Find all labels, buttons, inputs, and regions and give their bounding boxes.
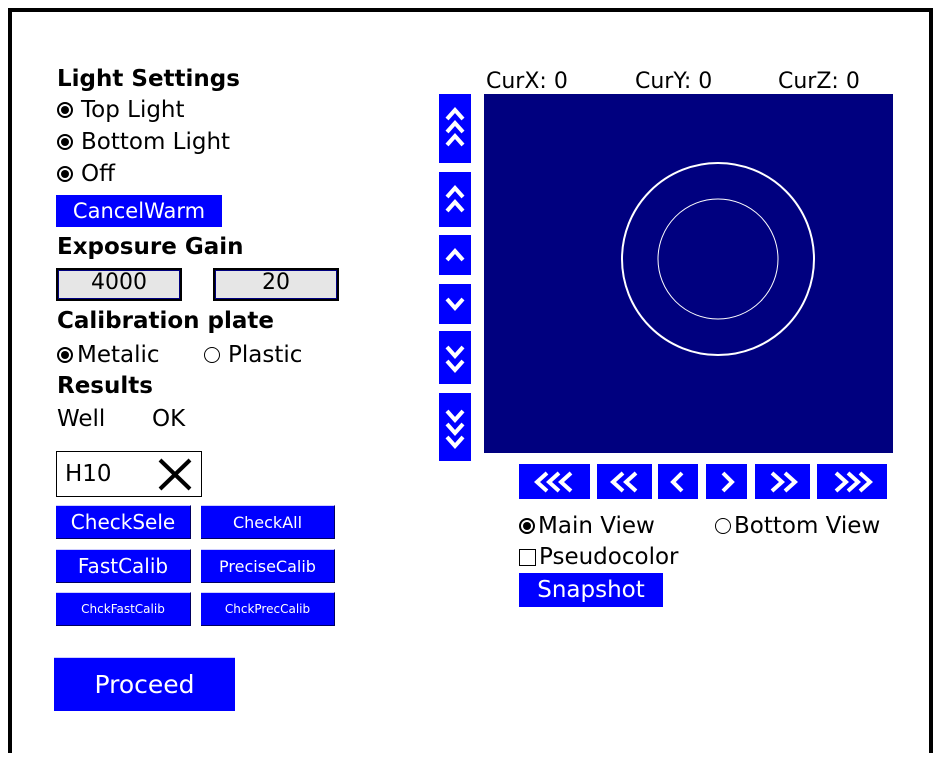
cur-z-value: 0: [845, 69, 860, 94]
radio-label: Bottom View: [734, 513, 881, 539]
radio-label: Metalic: [77, 342, 160, 368]
fast-calib-button[interactable]: FastCalib: [56, 549, 191, 583]
cur-x-label: CurX:: [486, 69, 547, 94]
check-all-button[interactable]: CheckAll: [201, 505, 335, 539]
radio-metalic[interactable]: Metalic: [57, 341, 160, 369]
well-circle-overlay: [621, 162, 815, 356]
checkbox-box[interactable]: [519, 548, 536, 566]
precise-calib-button[interactable]: PreciseCalib: [201, 549, 335, 583]
radio-label: Plastic: [228, 342, 303, 368]
radio-label: Off: [81, 161, 115, 187]
camera-viewport[interactable]: [484, 94, 893, 453]
calibration-plate-heading: Calibration plate: [57, 308, 275, 334]
chevron-down-icon: [445, 297, 465, 312]
chck-fast-calib-button[interactable]: ChckFastCalib: [56, 592, 191, 626]
cur-z-label: CurZ:: [778, 69, 839, 94]
chck-prec-calib-button[interactable]: ChckPrecCalib: [201, 592, 335, 626]
radio-label: Top Light: [81, 97, 185, 123]
z-down-small-button[interactable]: [439, 284, 471, 324]
result-well-box: H10: [56, 451, 202, 497]
cur-y-readout: CurY: 0: [635, 68, 712, 96]
double-chevron-up-icon: [445, 184, 465, 212]
cur-y-label: CurY:: [635, 69, 692, 94]
cur-z-readout: CurZ: 0: [778, 68, 860, 96]
x-right-large-button[interactable]: [817, 464, 887, 499]
radio-label: Main View: [538, 513, 655, 539]
z-up-large-button[interactable]: [439, 94, 471, 163]
radio-indicator[interactable]: [57, 347, 73, 363]
z-down-large-button[interactable]: [439, 393, 471, 461]
inner-circle: [657, 198, 779, 320]
radio-indicator[interactable]: [57, 134, 73, 150]
z-up-medium-button[interactable]: [439, 172, 471, 227]
radio-bottom-view[interactable]: Bottom View: [715, 512, 880, 540]
results-col-well: Well: [57, 406, 106, 432]
outer-circle: [621, 162, 815, 356]
pseudocolor-checkbox[interactable]: Pseudocolor: [519, 543, 678, 571]
cur-x-value: 0: [553, 69, 568, 94]
double-chevron-right-icon: [770, 471, 798, 492]
fail-x-icon: [158, 458, 192, 491]
exposure-gain-heading: Exposure Gain: [57, 234, 244, 260]
chevron-left-icon: [670, 471, 684, 492]
x-left-small-button[interactable]: [658, 464, 698, 499]
cur-y-value: 0: [698, 69, 713, 94]
radio-indicator[interactable]: [715, 518, 731, 534]
radio-indicator[interactable]: [57, 102, 73, 118]
proceed-button[interactable]: Proceed: [54, 657, 235, 711]
exposure-field[interactable]: 4000: [56, 268, 182, 301]
radio-indicator[interactable]: [57, 166, 73, 182]
well-id-value: H10: [65, 461, 112, 487]
radio-bottom-light[interactable]: Bottom Light: [57, 128, 230, 156]
radio-label: Bottom Light: [81, 129, 231, 155]
cancel-warm-button[interactable]: CancelWarm: [56, 195, 222, 227]
z-up-small-button[interactable]: [439, 235, 471, 275]
results-col-status: OK: [152, 406, 186, 432]
x-right-medium-button[interactable]: [755, 464, 810, 499]
radio-indicator[interactable]: [519, 518, 535, 534]
snapshot-button[interactable]: Snapshot: [519, 573, 663, 607]
gain-field[interactable]: 20: [213, 268, 339, 301]
x-left-large-button[interactable]: [519, 464, 590, 499]
radio-indicator[interactable]: [204, 347, 220, 363]
chevron-right-icon: [721, 471, 735, 492]
radio-top-light[interactable]: Top Light: [57, 96, 185, 124]
radio-plastic[interactable]: Plastic: [204, 341, 302, 369]
results-heading: Results: [57, 373, 153, 399]
triple-chevron-up-icon: [445, 106, 465, 146]
triple-chevron-left-icon: [533, 471, 572, 492]
triple-chevron-down-icon: [445, 409, 465, 450]
chevron-up-icon: [445, 247, 465, 262]
radio-main-view[interactable]: Main View: [519, 512, 655, 540]
light-settings-heading: Light Settings: [57, 66, 240, 92]
cur-x-readout: CurX: 0: [486, 68, 568, 96]
double-chevron-left-icon: [609, 471, 637, 492]
triple-chevron-right-icon: [834, 471, 873, 492]
check-sele-button[interactable]: CheckSele: [56, 505, 191, 539]
pseudocolor-label: Pseudocolor: [539, 544, 679, 570]
radio-off[interactable]: Off: [57, 160, 115, 188]
x-right-small-button[interactable]: [706, 464, 747, 499]
z-down-medium-button[interactable]: [439, 331, 471, 384]
x-left-medium-button[interactable]: [597, 464, 652, 499]
double-chevron-down-icon: [445, 345, 465, 373]
